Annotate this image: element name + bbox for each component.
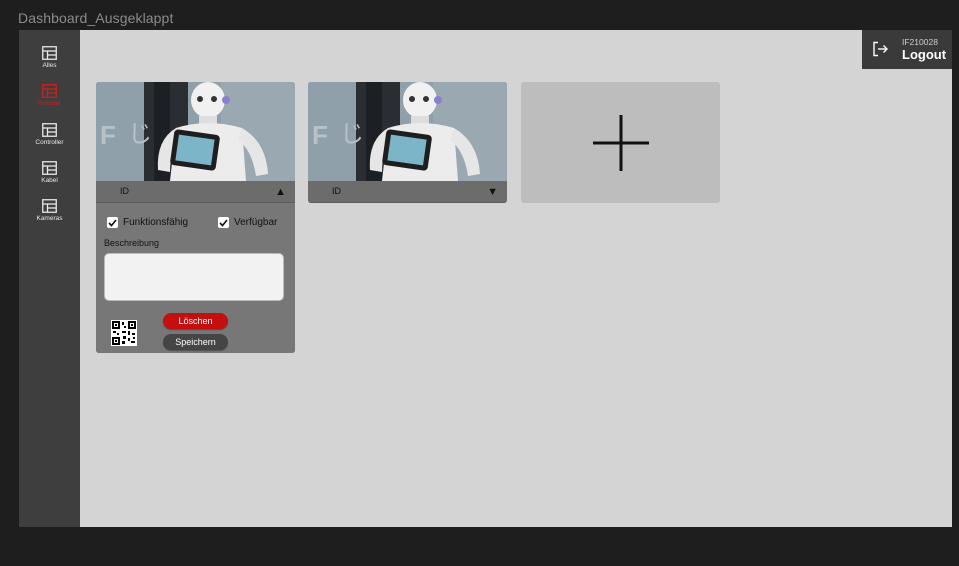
- sidebar-item-roboter[interactable]: Roboter: [19, 84, 80, 118]
- window-title: Dashboard_Ausgeklappt: [18, 10, 174, 26]
- card-id-label: ID: [120, 186, 129, 196]
- app-window: Alles Roboter Controller Kabel Kameras I…: [19, 30, 952, 527]
- checkbox-label: Funktionsfähig: [123, 217, 189, 228]
- robot-card-collapsed: F じ ID ▼: [308, 82, 507, 203]
- sidebar-item-label: Roboter: [37, 100, 62, 107]
- logout-label: Logout: [902, 47, 947, 62]
- grid-table-icon: [42, 46, 57, 60]
- sidebar-item-alles[interactable]: Alles: [19, 46, 80, 80]
- robot-card-expanded: F じ ID ▲ Funktionsfähig Verfügbar Beschr…: [96, 82, 295, 353]
- svg-text:F: F: [100, 120, 116, 150]
- card-toggle[interactable]: ID ▲: [96, 181, 295, 203]
- qr-code-icon: [111, 320, 137, 346]
- logout-button[interactable]: IF210028 Logout: [862, 30, 952, 69]
- svg-text:F: F: [312, 120, 328, 150]
- grid-table-icon: [42, 123, 57, 137]
- checkmark-icon: [107, 217, 118, 228]
- grid-table-icon: [42, 161, 57, 175]
- robot-photo: F じ: [96, 82, 295, 181]
- grid-table-icon: [42, 84, 57, 98]
- sidebar-item-label: Alles: [42, 62, 57, 69]
- checkbox-funktionsfaehig[interactable]: Funktionsfähig: [107, 217, 188, 228]
- delete-button[interactable]: Löschen: [163, 313, 228, 329]
- grid-table-icon: [42, 199, 57, 213]
- plus-icon: [593, 115, 649, 171]
- user-id: IF210028: [902, 37, 938, 47]
- svg-text:じ: じ: [128, 120, 152, 148]
- sidebar-item-label: Kabel: [41, 177, 58, 184]
- description-label: Beschreibung: [104, 238, 160, 248]
- svg-text:じ: じ: [340, 120, 364, 148]
- checkbox-verfuegbar[interactable]: Verfügbar: [218, 217, 277, 228]
- sidebar-item-label: Kameras: [36, 215, 63, 222]
- main-content: IF210028 Logout F じ ID ▲ Funktionsfähig …: [80, 30, 952, 527]
- robot-photo: F じ: [308, 82, 507, 181]
- save-button[interactable]: Speichern: [163, 334, 228, 350]
- card-id-label: ID: [332, 186, 341, 196]
- card-toggle[interactable]: ID ▼: [308, 181, 507, 203]
- sidebar-item-label: Controller: [35, 139, 64, 146]
- expand-arrow-icon: ▼: [487, 186, 498, 198]
- card-details: Funktionsfähig Verfügbar Beschreibung Lö…: [96, 203, 295, 353]
- add-item-button[interactable]: [521, 82, 720, 203]
- sidebar-item-kabel[interactable]: Kabel: [19, 161, 80, 195]
- sidebar-item-controller[interactable]: Controller: [19, 123, 80, 157]
- checkbox-label: Verfügbar: [234, 217, 278, 228]
- checkmark-icon: [218, 217, 229, 228]
- collapse-arrow-icon: ▲: [275, 186, 286, 198]
- logout-icon: [873, 41, 888, 57]
- sidebar: Alles Roboter Controller Kabel Kameras: [19, 30, 80, 527]
- sidebar-item-kameras[interactable]: Kameras: [19, 199, 80, 233]
- description-field[interactable]: [104, 253, 284, 301]
